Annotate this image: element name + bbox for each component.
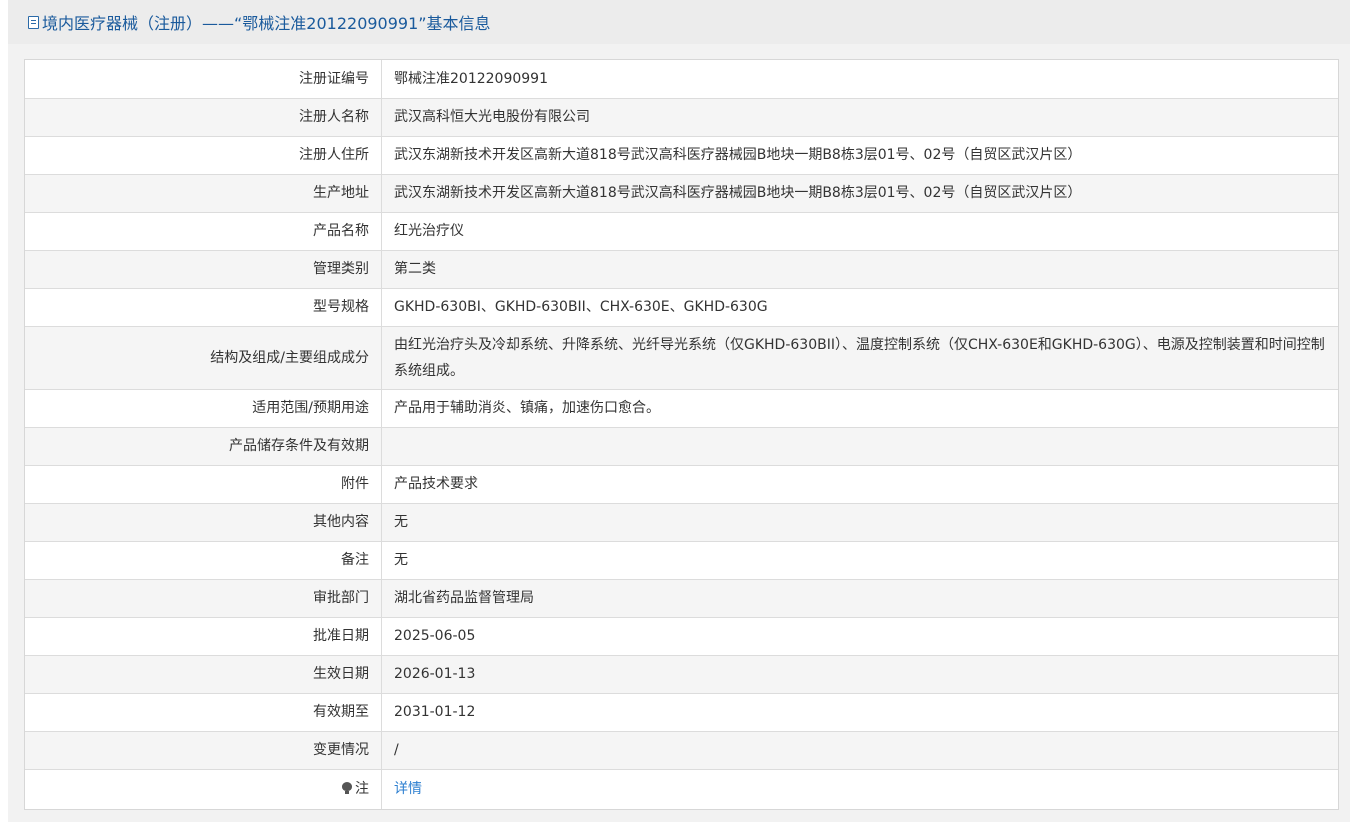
note-label-cell: 注 <box>25 769 382 809</box>
row-value: GKHD-630BI、GKHD-630BII、CHX-630E、GKHD-630… <box>381 288 1338 327</box>
row-value: 第二类 <box>381 250 1338 289</box>
row-label: 产品储存条件及有效期 <box>25 427 382 466</box>
table-row: 注册人住所 武汉东湖新技术开发区高新大道818号武汉高科医疗器械园B地块一期B8… <box>25 136 1338 175</box>
table-row: 管理类别 第二类 <box>25 250 1338 289</box>
row-label: 注册人住所 <box>25 136 382 175</box>
row-value: 无 <box>381 503 1338 542</box>
row-label: 生产地址 <box>25 174 382 213</box>
row-value: 2025-06-05 <box>381 617 1338 656</box>
row-value: 武汉高科恒大光电股份有限公司 <box>381 98 1338 137</box>
table-row: 注册人名称 武汉高科恒大光电股份有限公司 <box>25 98 1338 137</box>
row-label: 适用范围/预期用途 <box>25 389 382 428</box>
row-label: 结构及组成/主要组成成分 <box>25 326 382 390</box>
note-value-cell: 详情 <box>382 769 1339 809</box>
row-label: 其他内容 <box>25 503 382 542</box>
row-label: 批准日期 <box>25 617 382 656</box>
table-row: 产品储存条件及有效期 <box>25 427 1338 466</box>
row-label: 型号规格 <box>25 288 382 327</box>
lightbulb-icon <box>342 782 352 795</box>
page-title: 境内医疗器械（注册）——“鄂械注准20122090991”基本信息 <box>42 14 491 33</box>
info-panel: 注册证编号 鄂械注准20122090991 注册人名称 武汉高科恒大光电股份有限… <box>24 59 1339 810</box>
table-row: 备注 无 <box>25 541 1338 580</box>
row-value: 鄂械注准20122090991 <box>381 60 1338 99</box>
table-row: 生产地址 武汉东湖新技术开发区高新大道818号武汉高科医疗器械园B地块一期B8栋… <box>25 174 1338 213</box>
row-label: 审批部门 <box>25 579 382 618</box>
row-value <box>381 427 1338 466</box>
table-row: 生效日期 2026-01-13 <box>25 655 1338 694</box>
row-label: 注册证编号 <box>25 60 382 99</box>
row-value: 由红光治疗头及冷却系统、升降系统、光纤导光系统（仅GKHD-630BII）、温度… <box>381 326 1338 390</box>
table-row: 批准日期 2025-06-05 <box>25 617 1338 656</box>
details-link[interactable]: 详情 <box>394 781 422 797</box>
table-row: 型号规格 GKHD-630BI、GKHD-630BII、CHX-630E、GKH… <box>25 288 1338 327</box>
row-value: 2031-01-12 <box>381 693 1338 732</box>
row-label: 变更情况 <box>25 731 382 770</box>
note-row: 注 详情 <box>25 769 1338 809</box>
row-value: 武汉东湖新技术开发区高新大道818号武汉高科医疗器械园B地块一期B8栋3层01号… <box>381 136 1338 175</box>
row-value: / <box>381 731 1338 770</box>
row-label: 产品名称 <box>25 212 382 251</box>
row-label: 附件 <box>25 465 382 504</box>
row-value: 产品用于辅助消炎、镇痛，加速伤口愈合。 <box>381 389 1338 428</box>
table-row: 有效期至 2031-01-12 <box>25 693 1338 732</box>
table-row: 适用范围/预期用途 产品用于辅助消炎、镇痛，加速伤口愈合。 <box>25 389 1338 428</box>
table-row: 审批部门 湖北省药品监督管理局 <box>25 579 1338 618</box>
note-label: 注 <box>355 781 369 798</box>
row-value: 产品技术要求 <box>381 465 1338 504</box>
row-value: 武汉东湖新技术开发区高新大道818号武汉高科医疗器械园B地块一期B8栋3层01号… <box>381 174 1338 213</box>
row-value: 无 <box>381 541 1338 580</box>
table-row: 其他内容 无 <box>25 503 1338 542</box>
table-row: 变更情况 / <box>25 731 1338 770</box>
row-label: 生效日期 <box>25 655 382 694</box>
row-value: 2026-01-13 <box>381 655 1338 694</box>
table-row: 产品名称 红光治疗仪 <box>25 212 1338 251</box>
row-label: 管理类别 <box>25 250 382 289</box>
row-value: 湖北省药品监督管理局 <box>381 579 1338 618</box>
page-header: 境内医疗器械（注册）——“鄂械注准20122090991”基本信息 <box>8 0 1350 44</box>
row-label: 注册人名称 <box>25 98 382 137</box>
info-table: 注册证编号 鄂械注准20122090991 注册人名称 武汉高科恒大光电股份有限… <box>25 60 1338 809</box>
document-icon <box>28 15 39 29</box>
row-label: 备注 <box>25 541 382 580</box>
row-value: 红光治疗仪 <box>381 212 1338 251</box>
table-row: 附件 产品技术要求 <box>25 465 1338 504</box>
table-row: 结构及组成/主要组成成分 由红光治疗头及冷却系统、升降系统、光纤导光系统（仅GK… <box>25 326 1338 390</box>
row-label: 有效期至 <box>25 693 382 732</box>
table-row: 注册证编号 鄂械注准20122090991 <box>25 60 1338 99</box>
